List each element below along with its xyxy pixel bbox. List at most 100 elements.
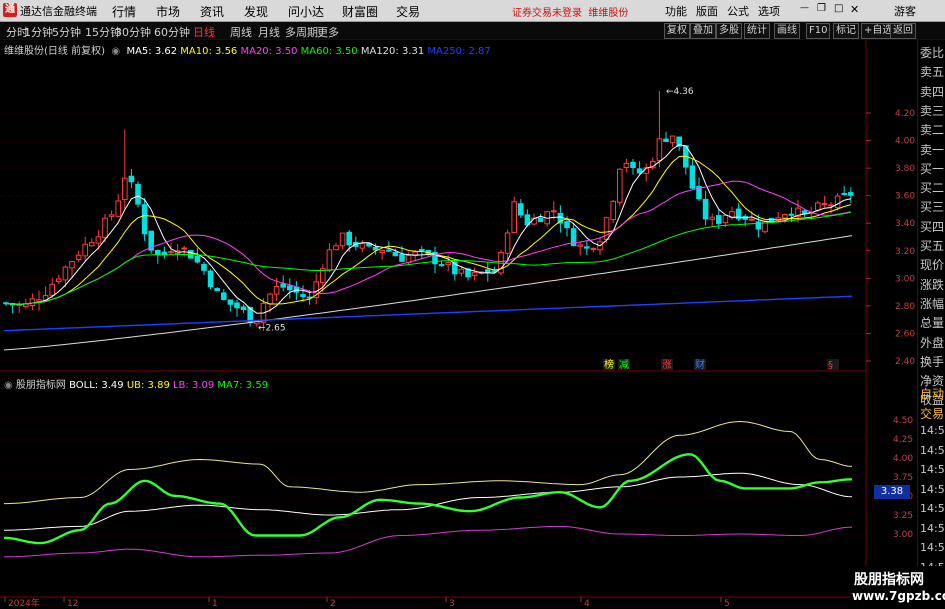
candle-body[interactable] (82, 243, 89, 257)
candle-body[interactable] (115, 200, 122, 217)
candle-body[interactable] (788, 213, 795, 216)
candle-body[interactable] (135, 183, 141, 205)
candle-body[interactable] (386, 249, 392, 252)
candle-body[interactable] (36, 299, 42, 302)
event-marker[interactable]: 涨 (662, 359, 672, 371)
candle-body[interactable] (95, 236, 102, 244)
candle-body[interactable] (221, 292, 227, 300)
price-axis-label: 3.40 (895, 219, 915, 229)
trade-item-0[interactable]: 自动 (920, 385, 944, 402)
candle-body[interactable] (630, 161, 636, 169)
candle-body[interactable] (834, 195, 841, 209)
candle-body[interactable] (333, 245, 339, 251)
event-marker[interactable]: § (828, 360, 833, 371)
candle-body[interactable] (161, 251, 168, 255)
candle-body[interactable] (419, 248, 425, 251)
trade-item-2: 14:56 (920, 424, 945, 437)
candle-body[interactable] (564, 221, 570, 229)
candle-body[interactable] (89, 242, 95, 247)
candle-body[interactable] (669, 135, 676, 144)
candle-body[interactable] (399, 253, 405, 262)
candle-body[interactable] (848, 192, 854, 196)
candle-body[interactable] (821, 203, 828, 206)
candle-body[interactable] (128, 175, 135, 183)
candle-body[interactable] (458, 268, 465, 274)
candle-body[interactable] (372, 246, 379, 251)
candle-body[interactable] (75, 254, 82, 260)
candle-body[interactable] (392, 251, 399, 257)
candle-body[interactable] (709, 216, 716, 220)
price-chart[interactable]: 4.20 4.00 3.80 3.60 3.40 3.20 3.00 2.80 2.60 2.40… (0, 0, 945, 609)
candle-body[interactable] (240, 306, 247, 311)
candle-body[interactable] (636, 168, 643, 174)
candle-body[interactable] (267, 293, 273, 305)
candle-body[interactable] (445, 261, 451, 266)
candle-body[interactable] (346, 231, 352, 246)
boll-ub-line (4, 420, 853, 505)
candle-body[interactable] (339, 232, 346, 247)
price-axis-label: 2.60 (895, 329, 915, 339)
candle-body[interactable] (610, 200, 617, 221)
candle-body[interactable] (108, 214, 115, 217)
candle-body[interactable] (62, 266, 69, 281)
candle-body[interactable] (214, 288, 220, 292)
event-marker[interactable]: 财 (695, 358, 705, 371)
candle-body[interactable] (194, 255, 201, 263)
candle-body[interactable] (663, 138, 669, 142)
candle-body[interactable] (471, 272, 478, 276)
date-label: 4 (584, 599, 590, 609)
candle-body[interactable] (300, 294, 306, 297)
candle-body[interactable] (511, 201, 517, 233)
candle-body[interactable] (577, 244, 584, 247)
event-marker[interactable]: 榜 (604, 358, 614, 371)
candle-body[interactable] (815, 202, 821, 211)
candle-body[interactable] (584, 246, 590, 249)
candle-body[interactable] (56, 278, 62, 283)
candle-body[interactable] (181, 247, 187, 250)
candle-body[interactable] (287, 285, 293, 291)
candle-body[interactable] (359, 243, 366, 249)
candle-body[interactable] (656, 138, 663, 161)
candle-body[interactable] (551, 210, 557, 213)
candle-body[interactable] (326, 249, 333, 272)
quote-label-8: 买三 (920, 200, 945, 215)
trade-item-1[interactable]: 交易 (920, 405, 944, 422)
candle-body[interactable] (207, 270, 214, 288)
candle-body[interactable] (689, 165, 696, 189)
candle-body[interactable] (828, 204, 834, 207)
candle-body[interactable] (537, 217, 544, 223)
candle-body[interactable] (69, 261, 75, 269)
date-label: 1 (212, 599, 218, 609)
quote-label-14: 总量 (920, 316, 945, 331)
candle-body[interactable] (168, 251, 174, 254)
sub-axis-label: 3.75 (893, 473, 913, 483)
event-marker[interactable]: 减 (619, 359, 629, 371)
candle-body[interactable] (438, 264, 445, 267)
candle-body[interactable] (590, 247, 597, 250)
candle-body[interactable] (722, 214, 729, 224)
candle-body[interactable] (29, 298, 36, 306)
candle-body[interactable] (227, 299, 234, 305)
candle-body[interactable] (702, 198, 709, 220)
candle-body[interactable] (102, 217, 108, 239)
candle-body[interactable] (273, 286, 280, 295)
candle-body[interactable] (617, 168, 623, 203)
candle-body[interactable] (841, 192, 848, 195)
candle-body[interactable] (49, 283, 56, 296)
trade-item-5: 14:56 (920, 482, 945, 496)
candle-body[interactable] (623, 162, 630, 168)
candle-body[interactable] (782, 214, 788, 219)
candle-body[interactable] (280, 283, 286, 288)
trade-item-3: 14:56 (920, 443, 945, 457)
candle-body[interactable] (122, 177, 128, 201)
ma60-line (5, 211, 851, 305)
candle-body[interactable] (749, 218, 755, 221)
candle-body[interactable] (155, 249, 161, 255)
candle-body[interactable] (234, 302, 240, 309)
candle-body[interactable] (716, 215, 722, 224)
candle-body[interactable] (201, 263, 207, 271)
candle-body[interactable] (504, 232, 511, 254)
candle-body[interactable] (379, 249, 385, 254)
candle-body[interactable] (141, 204, 148, 235)
candle-body[interactable] (518, 203, 524, 216)
